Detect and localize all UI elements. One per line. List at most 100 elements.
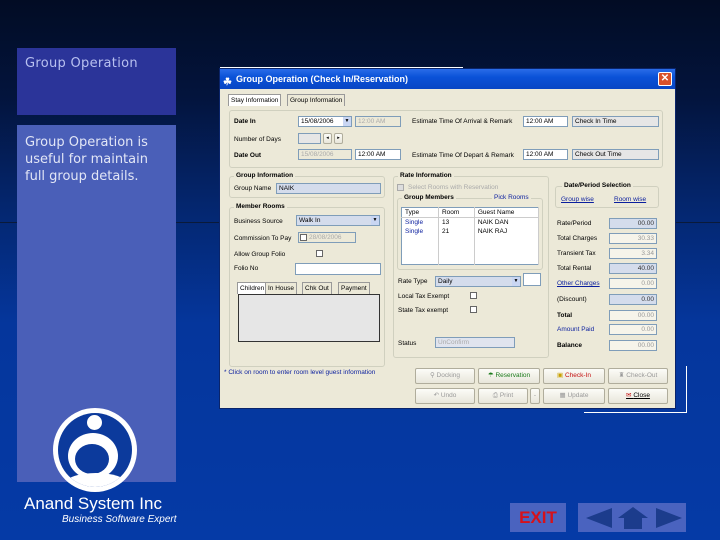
total-label: Balance [557, 342, 582, 349]
time-in-field[interactable]: 12:00 AM [355, 116, 401, 127]
period-selection-title: Date/Period Selection [562, 182, 633, 189]
group-members-table: Type Room Guest Name Single 13 NAIK DAN Sing… [401, 207, 540, 265]
commission-checkbox[interactable] [300, 234, 307, 241]
total-value-field[interactable]: 0.00 [609, 294, 657, 305]
update-button[interactable]: ▦ Update [543, 388, 605, 404]
table-row[interactable]: Single 13 NAIK DAN [401, 217, 540, 227]
company-name: Anand System Inc [24, 494, 162, 513]
days-label: Number of Days [234, 136, 281, 143]
reservation-button[interactable]: ☂ Reservation [478, 368, 540, 384]
exit-button[interactable]: EXIT [510, 503, 566, 532]
undo-button[interactable]: ↶ Undo [415, 388, 475, 404]
checkin-button[interactable]: ▣ Check-In [543, 368, 605, 384]
home-icon[interactable] [618, 507, 648, 529]
subtab-content-list[interactable] [238, 294, 380, 342]
chevron-down-icon[interactable]: ▼ [343, 117, 351, 126]
docking-icon: ⚲ [429, 372, 437, 379]
prev-arrow-icon[interactable] [584, 507, 614, 529]
eta-remark-field[interactable]: Check In Time [572, 116, 659, 127]
group-name-field[interactable]: NAIK [276, 183, 381, 194]
next-arrow-icon[interactable] [654, 507, 684, 529]
business-source-select[interactable]: Walk In ▼ [296, 215, 380, 226]
total-value-field[interactable]: 00.00 [609, 218, 657, 229]
chevron-down-icon[interactable]: ▼ [371, 216, 379, 225]
print-button[interactable]: ⎙ Print [478, 388, 528, 404]
rate-type-select[interactable]: Daily ▼ [435, 276, 521, 287]
etd-label: Estimate Time Of Depart & Remark [412, 152, 514, 159]
undo-icon: ↶ [433, 392, 441, 399]
company-logo-icon [53, 408, 137, 492]
total-value-field[interactable]: 40.00 [609, 263, 657, 274]
status-label: Status [398, 340, 417, 347]
days-decrement-button[interactable]: ◂ [323, 133, 332, 144]
group-members-title: Group Members [402, 194, 456, 201]
company-tagline: Business Software Expert [62, 514, 177, 525]
table-row[interactable]: Single 21 NAIK RAJ [401, 226, 540, 237]
select-rooms-label: Select Rooms with Reservation [408, 184, 499, 191]
subtab-check-out[interactable]: Chk Out [302, 282, 332, 294]
total-label: Total [557, 312, 573, 319]
tab-stay-information[interactable]: Stay Information [228, 94, 282, 106]
date-out-field[interactable]: 15/08/2006 [298, 149, 352, 160]
commission-label: Commission To Pay [234, 235, 292, 242]
clipboard-icon: ▣ [557, 372, 565, 379]
docking-button[interactable]: ⚲ Docking [415, 368, 475, 384]
state-tax-checkbox[interactable] [470, 306, 477, 313]
date-in-field[interactable]: 15/08/2006 ▼ [298, 116, 352, 127]
column-header[interactable]: Type [401, 207, 439, 218]
date-in-label: Date In [234, 118, 256, 125]
total-label: Rate/Period [557, 220, 592, 227]
group-wise-link[interactable]: Group wise [561, 196, 594, 203]
printer-icon: ⎙ [492, 392, 500, 399]
slide-nav [578, 503, 686, 532]
rate-type-label: Rate Type [398, 278, 428, 285]
time-out-field[interactable]: 12:00 AM [355, 149, 401, 160]
total-label[interactable]: Amount Paid [557, 326, 594, 333]
slide-title-panel: Group Operation [17, 48, 176, 115]
total-label: Transient Tax [557, 250, 596, 257]
chevron-down-icon[interactable]: ▼ [512, 277, 520, 286]
group-info-title: Group Information [234, 172, 296, 179]
etd-time-field[interactable]: 12:00 AM [523, 149, 568, 160]
status-select[interactable]: UnConfirm [435, 337, 515, 348]
pick-rooms-link[interactable]: Pick Rooms [492, 194, 531, 201]
column-header[interactable]: Guest Name [474, 207, 540, 218]
app-icon: ☘ [223, 77, 232, 88]
allow-folio-label: Allow Group Folio [234, 251, 286, 258]
folio-field[interactable] [295, 263, 381, 275]
total-label[interactable]: Other Charges [557, 280, 600, 287]
total-value-field[interactable]: 30.33 [609, 233, 657, 244]
tab-group-information[interactable]: Group Information [287, 94, 346, 106]
window-titlebar[interactable]: ☘ Group Operation (Check In/Reservation)… [220, 69, 675, 89]
rate-info-title: Rate Information [398, 172, 454, 179]
close-icon[interactable]: ✕ [658, 72, 672, 86]
local-tax-label: Local Tax Exempt [398, 293, 450, 300]
total-value-field[interactable]: 0.00 [609, 278, 657, 289]
slide-title: Group Operation [25, 56, 138, 71]
folio-label: Folio No [234, 265, 259, 272]
room-wise-link[interactable]: Room wise [614, 196, 646, 203]
allow-folio-checkbox[interactable] [316, 250, 323, 257]
checkout-button[interactable]: ♜ Check-Out [608, 368, 668, 384]
deco-line [584, 412, 686, 413]
rate-type-extra-field[interactable] [523, 273, 541, 286]
select-rooms-checkbox[interactable] [397, 184, 404, 191]
local-tax-checkbox[interactable] [470, 292, 477, 299]
eta-label: Estimate Time Of Arrival & Remark [412, 118, 513, 125]
total-value-field[interactable]: 00.00 [609, 340, 657, 351]
eta-time-field[interactable]: 12:00 AM [523, 116, 568, 127]
days-increment-button[interactable]: ▸ [334, 133, 343, 144]
subtab-in-house[interactable]: In House [265, 282, 298, 294]
column-header[interactable]: Room [438, 207, 475, 218]
subtab-children[interactable]: Children [237, 282, 268, 294]
total-value-field[interactable]: 0.00 [609, 324, 657, 335]
total-value-field[interactable]: 00.00 [609, 310, 657, 321]
close-button[interactable]: ✉ Close [608, 388, 668, 404]
days-field[interactable] [298, 133, 321, 144]
print-options-button[interactable]: - [530, 388, 540, 404]
subtab-payment[interactable]: Payment [338, 282, 370, 294]
total-value-field[interactable]: 3.34 [609, 248, 657, 259]
total-label: (Discount) [557, 296, 587, 303]
window-title: Group Operation (Check In/Reservation) [236, 74, 409, 84]
etd-remark-field[interactable]: Check Out Time [572, 149, 659, 160]
